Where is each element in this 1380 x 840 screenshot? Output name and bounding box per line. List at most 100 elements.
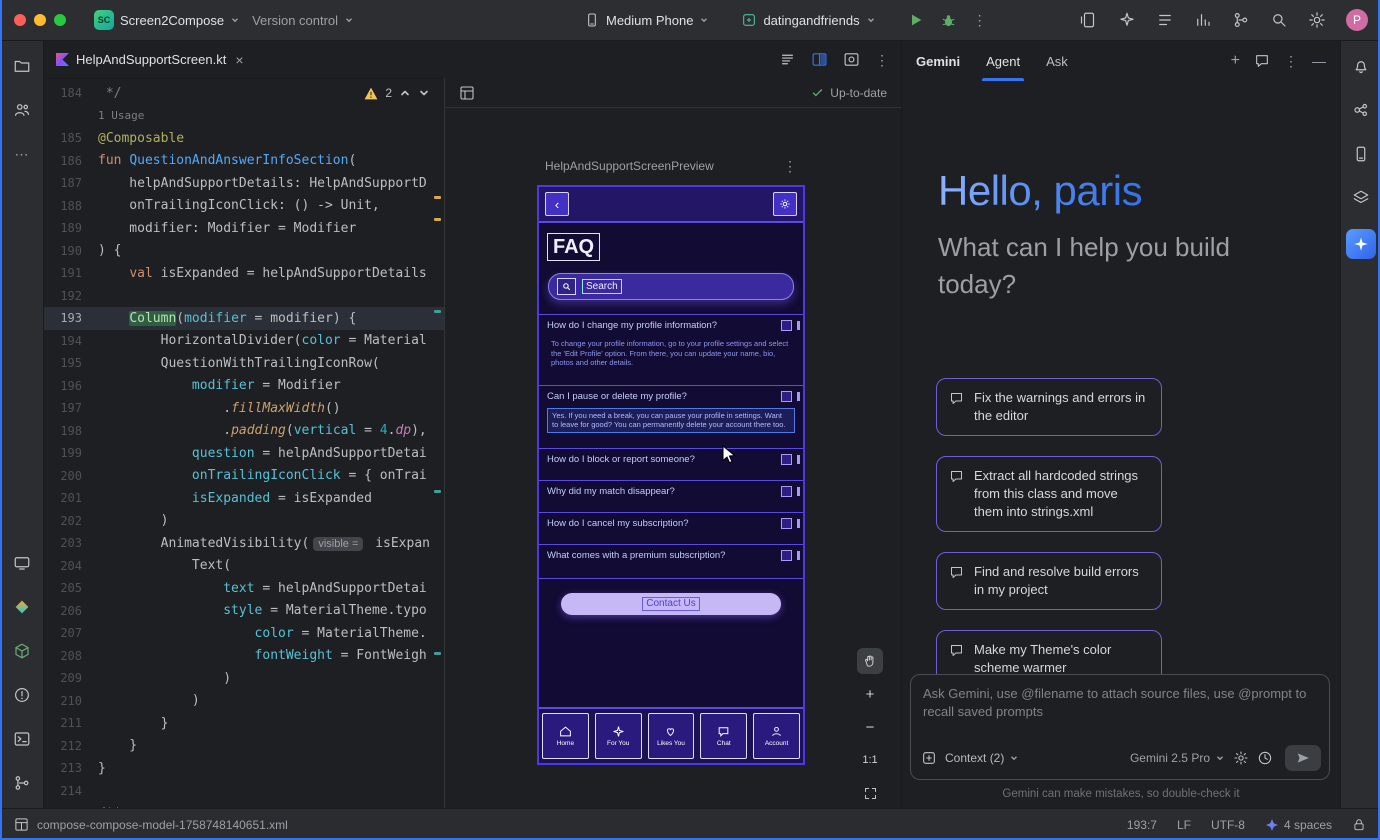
code-line[interactable]: 210 ) <box>44 690 444 713</box>
line-number[interactable]: 212 <box>52 739 82 753</box>
code-line[interactable]: 207 color = MaterialTheme. <box>44 622 444 645</box>
stripe-info-mark[interactable] <box>434 490 441 493</box>
code-line[interactable]: 201 isExpanded = isExpanded <box>44 487 444 510</box>
faq-question-row[interactable]: How do I cancel my subscription? <box>547 518 795 529</box>
zoom-to-fit-button[interactable] <box>857 780 883 806</box>
code-line[interactable]: 209 ) <box>44 667 444 690</box>
stripe-warning-mark[interactable] <box>434 196 441 199</box>
device-selector[interactable]: Medium Phone <box>578 8 715 32</box>
ai-actions-icon[interactable] <box>1118 11 1136 29</box>
gemini-suggestion-card[interactable]: Extract all hardcoded strings from this … <box>936 456 1162 532</box>
zoom-ratio-button[interactable]: 1:1 <box>857 747 883 773</box>
code-view-button[interactable] <box>779 51 796 68</box>
nav-item-chat[interactable]: Chat <box>700 713 747 759</box>
line-number[interactable]: 190 <box>52 244 82 258</box>
gemini-toolwindow-button[interactable] <box>1346 229 1376 259</box>
phone-preview[interactable]: ‹ FAQ Search How do I change my profile … <box>537 185 805 765</box>
design-view-button[interactable] <box>843 51 860 68</box>
code-line[interactable]: 194 HorizontalDivider(color = Material <box>44 330 444 353</box>
line-number[interactable]: 211 <box>52 716 82 730</box>
status-file-name[interactable]: compose-compose-model-1758748140651.xml <box>37 818 288 832</box>
line-number[interactable]: 203 <box>52 536 82 550</box>
editor-tab[interactable]: HelpAndSupportScreen.kt × <box>44 41 256 78</box>
code-line[interactable]: 212 } <box>44 735 444 758</box>
faq-item[interactable]: How do I block or report someone? <box>539 448 803 480</box>
line-number[interactable]: 193 <box>52 311 82 325</box>
zoom-out-button[interactable]: − <box>857 714 883 740</box>
line-number[interactable]: 204 <box>52 559 82 573</box>
context-selector[interactable]: Context (2) <box>945 751 1019 765</box>
expand-icon[interactable] <box>781 454 792 465</box>
tab-agent[interactable]: Agent <box>986 41 1020 81</box>
faq-question-row[interactable]: How do I block or report someone? <box>547 454 795 465</box>
faq-question-row[interactable]: What comes with a premium subscription? <box>547 550 795 561</box>
running-devices-button[interactable] <box>9 550 35 576</box>
project-selector[interactable]: SC Screen2Compose <box>88 6 246 34</box>
line-number[interactable]: 187 <box>52 176 82 190</box>
minimize-window-button[interactable] <box>34 14 46 26</box>
line-number[interactable]: 184 <box>52 86 82 100</box>
avatar[interactable]: P <box>1346 9 1368 31</box>
new-chat-button[interactable]: + <box>1231 53 1240 69</box>
file-encoding[interactable]: UTF-8 <box>1211 818 1245 832</box>
line-ending[interactable]: LF <box>1177 818 1191 832</box>
line-number[interactable]: 196 <box>52 379 82 393</box>
build-toolwindow-button[interactable] <box>9 638 35 664</box>
line-number[interactable]: 200 <box>52 469 82 483</box>
inspections-widget[interactable]: 2 <box>364 86 430 100</box>
code-line[interactable]: 204 Text( <box>44 555 444 578</box>
line-number[interactable]: 188 <box>52 199 82 213</box>
faq-question-row[interactable]: Can I pause or delete my profile? <box>547 391 795 402</box>
caret-position[interactable]: 193:7 <box>1127 818 1157 832</box>
resource-manager-button[interactable] <box>1348 185 1374 211</box>
settings-button[interactable] <box>773 192 797 216</box>
gemini-suggestion-card[interactable]: Fix the warnings and errors in the edito… <box>936 378 1162 436</box>
faq-answer[interactable]: To change your profile information, go t… <box>547 337 795 370</box>
line-number[interactable]: 206 <box>52 604 82 618</box>
code-line[interactable]: 205 text = helpAndSupportDetai <box>44 577 444 600</box>
line-number[interactable]: 198 <box>52 424 82 438</box>
code-line[interactable]: 189 modifier: Modifier = Modifier <box>44 217 444 240</box>
expand-icon[interactable] <box>781 391 792 402</box>
line-number[interactable]: 191 <box>52 266 82 280</box>
gemini-options-kebab[interactable]: ⋮ <box>1284 54 1298 68</box>
code-line[interactable]: 197 .fillMaxWidth() <box>44 397 444 420</box>
close-tab-icon[interactable]: × <box>235 52 243 68</box>
code-line[interactable]: 208 fontWeight = FontWeigh <box>44 645 444 668</box>
line-number[interactable]: 189 <box>52 221 82 235</box>
code-line[interactable]: 214 <box>44 780 444 803</box>
expand-icon[interactable] <box>781 518 792 529</box>
contact-us-button[interactable]: Contact Us <box>561 593 781 615</box>
code-line[interactable]: 187 helpAndSupportDetails: HelpAndSuppor… <box>44 172 444 195</box>
code-line[interactable]: 206 style = MaterialTheme.typo <box>44 600 444 623</box>
code-line[interactable]: 1 Usage <box>44 105 444 128</box>
profiler-icon[interactable] <box>1194 11 1212 29</box>
notifications-button[interactable] <box>1348 53 1374 79</box>
faq-answer-selected[interactable]: Yes. If you need a break, you can pause … <box>547 408 795 433</box>
next-problem-icon[interactable] <box>418 87 430 99</box>
code-line[interactable]: 196 modifier = Modifier <box>44 375 444 398</box>
project-toolwindow-button[interactable] <box>9 53 35 79</box>
run-configuration-selector[interactable]: datingandfriends <box>735 8 881 32</box>
split-view-button[interactable] <box>811 51 828 68</box>
code-line[interactable]: 202 ) <box>44 510 444 533</box>
code-line[interactable]: 185@Composable <box>44 127 444 150</box>
line-number[interactable]: 185 <box>52 131 82 145</box>
tab-ask[interactable]: Ask <box>1046 41 1068 81</box>
expand-icon[interactable] <box>781 486 792 497</box>
code-line[interactable]: 198 .padding(vertical = 4.dp), <box>44 420 444 443</box>
faq-item[interactable]: How do I cancel my subscription? <box>539 512 803 544</box>
more-toolwindows-button[interactable]: ⋯ <box>9 141 35 167</box>
more-run-options-button[interactable]: ⋮ <box>973 13 987 27</box>
line-number[interactable]: 197 <box>52 401 82 415</box>
code-line[interactable]: 195 QuestionWithTrailingIconRow( <box>44 352 444 375</box>
code-line[interactable]: 199 question = helpAndSupportDetai <box>44 442 444 465</box>
code-line[interactable]: 186fun QuestionAndAnswerInfoSection( <box>44 150 444 173</box>
debug-button[interactable] <box>940 12 957 29</box>
zoom-in-button[interactable]: + <box>857 681 883 707</box>
merge-requests-icon[interactable] <box>1232 11 1250 29</box>
indent-widget[interactable]: 4 spaces <box>1265 818 1332 832</box>
line-number[interactable]: 213 <box>52 761 82 775</box>
preview-layout-toggle-icon[interactable] <box>459 85 475 101</box>
nav-item-likes-you[interactable]: Likes You <box>648 713 695 759</box>
